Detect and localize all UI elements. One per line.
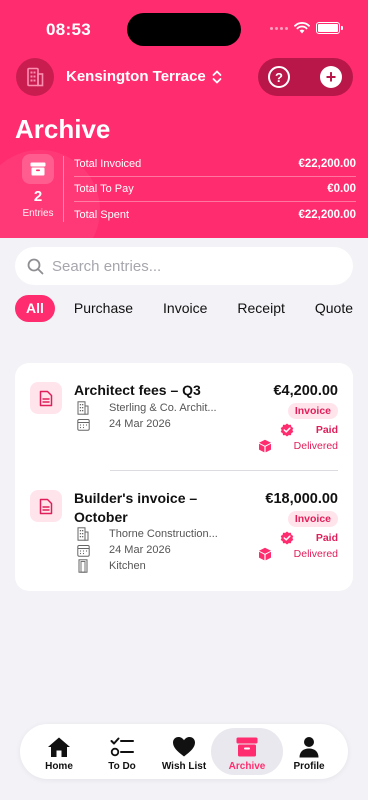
wifi-icon (294, 22, 310, 34)
add-entry-button[interactable]: + (320, 66, 342, 88)
entries-summary: 2 Entries (15, 154, 61, 219)
home-icon (47, 735, 71, 759)
entries-count: 2 (33, 188, 43, 205)
filter-chip-all[interactable]: All (15, 294, 55, 322)
payment-status: Paid (280, 423, 338, 437)
search-input[interactable] (52, 257, 322, 275)
entry-amount: €4,200.00 (273, 383, 338, 399)
entry-meta: Sterling & Co. Archit... 24 Mar 2026 (76, 400, 217, 432)
search-icon (27, 258, 44, 274)
calendar-icon (76, 543, 90, 557)
tab-profile[interactable]: Profile (277, 728, 341, 775)
delivery-status: Delivered (258, 439, 338, 453)
entry-type-badge: Invoice (287, 511, 338, 527)
building-icon (76, 527, 90, 541)
checklist-icon (110, 735, 134, 759)
chevron-up-down-icon (212, 70, 222, 83)
filter-chip-invoice[interactable]: Invoice (152, 295, 218, 322)
dynamic-island (127, 13, 241, 46)
document-icon (30, 490, 62, 522)
totals-summary: Total Invoiced €22,200.00 Total To Pay €… (74, 152, 356, 227)
divider (63, 156, 64, 222)
entry-company: Thorne Construction... (109, 528, 218, 540)
tab-label: Archive (228, 761, 266, 772)
payment-status: Paid (280, 531, 338, 545)
building-icon (76, 401, 90, 415)
entry-location-row: Kitchen (76, 558, 218, 574)
delivery-status-label: Delivered (293, 548, 338, 560)
entry-title: Builder's invoice – October (74, 490, 198, 525)
entry-date: 24 Mar 2026 (109, 418, 171, 430)
status-icons (270, 22, 343, 34)
package-icon (258, 439, 272, 453)
summary-row-total-invoiced: Total Invoiced €22,200.00 (74, 152, 356, 177)
entry-date: 24 Mar 2026 (109, 544, 171, 556)
cellular-icon (270, 26, 288, 30)
entry-company-row: Sterling & Co. Archit... (76, 400, 217, 416)
summary-label: Total Invoiced (74, 158, 142, 170)
entry-meta: Thorne Construction... 24 Mar 2026 Kitch… (76, 526, 218, 574)
entry-date-row: 24 Mar 2026 (76, 416, 217, 432)
summary-value: €0.00 (327, 183, 356, 195)
tab-wish-list[interactable]: Wish List (152, 728, 216, 775)
entries-card: Architect fees – Q3 Sterling & Co. Archi… (15, 363, 353, 591)
heart-icon (172, 735, 196, 759)
battery-icon (316, 22, 343, 34)
page-title: Archive (15, 114, 111, 144)
summary-value: €22,200.00 (298, 158, 356, 170)
filter-chip-receipt[interactable]: Receipt (226, 295, 295, 322)
header: 08:53 Kensington Terrace ? + Archive 2 E… (0, 0, 368, 238)
filter-chip-quote[interactable]: Quote (304, 295, 364, 322)
entry-company: Sterling & Co. Archit... (109, 402, 217, 414)
tab-home[interactable]: Home (27, 728, 91, 775)
entry-title: Architect fees – Q3 (74, 382, 201, 398)
help-button[interactable]: ? (268, 66, 290, 88)
property-name: Kensington Terrace (66, 68, 206, 85)
filter-chip-purchase[interactable]: Purchase (63, 295, 144, 322)
entry-location: Kitchen (109, 560, 146, 572)
tab-archive[interactable]: Archive (211, 728, 283, 775)
tab-label: Home (45, 761, 73, 772)
archive-icon (235, 735, 259, 759)
calendar-icon (76, 417, 90, 431)
tab-label: Wish List (161, 761, 207, 772)
package-icon (258, 547, 272, 561)
entry-type-badge: Invoice (287, 403, 338, 419)
summary-label: Total Spent (74, 208, 130, 221)
summary-row-total-spent: Total Spent €22,200.00 (74, 202, 356, 227)
summary-row-total-to-pay: Total To Pay €0.00 (74, 177, 356, 202)
entry-date-row: 24 Mar 2026 (76, 542, 218, 558)
tab-todo[interactable]: To Do (90, 728, 154, 775)
archive-icon (30, 162, 46, 176)
header-actions: ? + (258, 58, 353, 96)
building-icon (27, 67, 44, 87)
document-icon (30, 382, 62, 414)
delivery-status-label: Delivered (293, 440, 338, 452)
person-icon (297, 735, 321, 759)
status-time: 08:53 (46, 20, 91, 39)
entry-amount: €18,000.00 (265, 491, 338, 507)
verified-check-icon (280, 423, 294, 437)
archive-badge (22, 154, 54, 184)
filter-chips: All Purchase Invoice Receipt Quote (15, 294, 368, 322)
status-bar: 08:53 (0, 0, 368, 58)
search-bar[interactable] (15, 247, 353, 285)
entry-divider (110, 470, 338, 471)
tab-label: Profile (293, 761, 325, 772)
summary-label: Total To Pay (74, 183, 134, 195)
entries-label: Entries (22, 208, 54, 219)
entry-company-row: Thorne Construction... (76, 526, 218, 542)
payment-status-label: Paid (315, 424, 338, 436)
property-avatar-button[interactable] (16, 58, 54, 96)
property-switcher[interactable]: Kensington Terrace (66, 68, 222, 85)
tab-bar: Home To Do Wish List Archive Profile (20, 724, 348, 779)
door-icon (76, 559, 90, 573)
payment-status-label: Paid (315, 532, 338, 544)
summary-value: €22,200.00 (298, 208, 356, 221)
delivery-status: Delivered (258, 547, 338, 561)
verified-check-icon (280, 531, 294, 545)
tab-label: To Do (108, 761, 136, 772)
